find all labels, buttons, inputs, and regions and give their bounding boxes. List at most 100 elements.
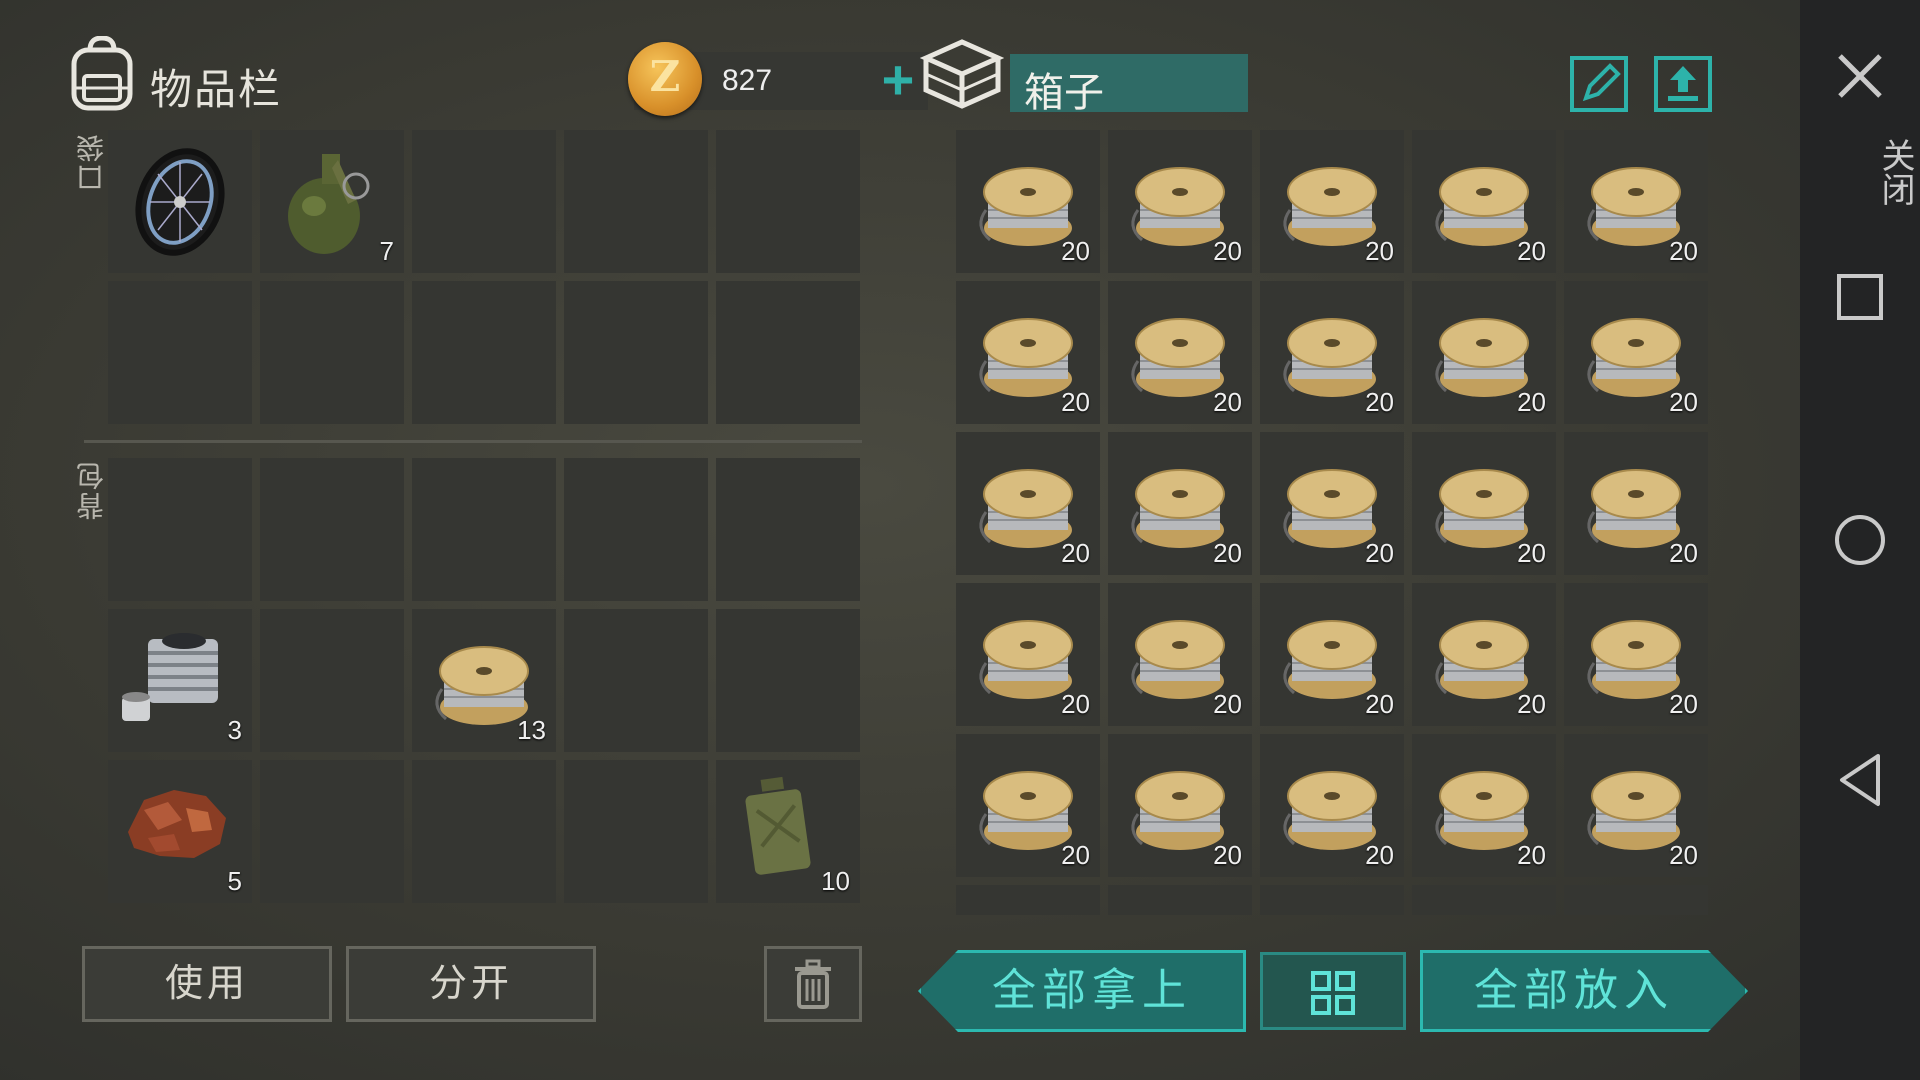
pocket-slot[interactable] — [108, 130, 252, 273]
box-slot[interactable]: 20 — [956, 734, 1100, 877]
box-slot[interactable]: 20 — [1108, 583, 1252, 726]
item-count: 20 — [1517, 236, 1546, 266]
backpack-slot[interactable] — [412, 458, 556, 601]
backpack-slot[interactable]: 3 — [108, 609, 252, 752]
close-button[interactable] — [1800, 50, 1920, 107]
trash-button[interactable] — [764, 946, 862, 1022]
box-slot[interactable] — [1564, 885, 1708, 915]
take-all-button[interactable]: 全部拿上 — [918, 950, 1246, 1032]
item-count: 20 — [1669, 387, 1698, 417]
item-count: 20 — [1213, 236, 1242, 266]
use-button[interactable]: 使用 — [82, 946, 332, 1022]
backpack-slot[interactable] — [260, 609, 404, 752]
item-count: 20 — [1365, 387, 1394, 417]
box-slot[interactable]: 20 — [1564, 281, 1708, 424]
box-slot[interactable]: 20 — [956, 432, 1100, 575]
sort-button[interactable] — [1260, 952, 1406, 1030]
backpack-slot[interactable] — [412, 760, 556, 903]
section-divider — [84, 440, 862, 443]
item-count: 20 — [1061, 236, 1090, 266]
box-slot[interactable]: 20 — [1260, 734, 1404, 877]
pocket-slot[interactable] — [412, 130, 556, 273]
inventory-header: 物品栏 Z 827 + — [66, 36, 928, 136]
box-slot[interactable]: 20 — [1260, 130, 1404, 273]
backpack-slot[interactable] — [564, 458, 708, 601]
item-count: 20 — [1365, 538, 1394, 568]
item-count: 20 — [1669, 840, 1698, 870]
item-count: 20 — [1669, 689, 1698, 719]
box-slot[interactable]: 20 — [956, 583, 1100, 726]
box-slot[interactable]: 20 — [1564, 432, 1708, 575]
coin-value: 827 — [722, 64, 773, 97]
pencil-icon — [1582, 63, 1621, 102]
backpack-grid: 3 13 5 10 — [108, 458, 860, 903]
box-name-field[interactable]: 箱子 — [1010, 54, 1248, 115]
add-coins-button[interactable]: + — [868, 52, 928, 110]
backpack-slot[interactable] — [108, 458, 252, 601]
box-slot[interactable]: 20 — [1412, 432, 1556, 575]
item-count: 20 — [1213, 689, 1242, 719]
box-slot[interactable]: 20 — [1412, 130, 1556, 273]
pocket-slot[interactable] — [564, 281, 708, 424]
item-count: 20 — [1061, 689, 1090, 719]
box-slot[interactable]: 20 — [1108, 432, 1252, 575]
box-slot[interactable]: 20 — [1260, 432, 1404, 575]
backpack-slot[interactable] — [564, 609, 708, 752]
inventory-title: 物品栏 — [150, 66, 283, 113]
put-all-button[interactable]: 全部放入 — [1420, 950, 1748, 1032]
item-count: 20 — [1517, 689, 1546, 719]
backpack-slot[interactable] — [260, 760, 404, 903]
backpack-slot[interactable] — [260, 458, 404, 601]
pocket-slot[interactable] — [108, 281, 252, 424]
item-count: 20 — [1061, 538, 1090, 568]
backpack-slot[interactable]: 5 — [108, 760, 252, 903]
export-button[interactable] — [1654, 56, 1712, 112]
pocket-slot[interactable] — [412, 281, 556, 424]
backpack-slot[interactable] — [716, 458, 860, 601]
circle-icon — [1835, 515, 1885, 565]
box-slot[interactable]: 20 — [1412, 734, 1556, 877]
recents-button[interactable] — [1800, 272, 1920, 327]
box-slot[interactable]: 20 — [1564, 583, 1708, 726]
box-slot[interactable]: 20 — [1260, 583, 1404, 726]
item-count: 20 — [1669, 538, 1698, 568]
home-button[interactable] — [1800, 512, 1920, 573]
box-slot[interactable]: 20 — [956, 130, 1100, 273]
backpack-label: 背包 — [76, 460, 107, 520]
box-slot[interactable] — [1412, 885, 1556, 915]
box-slot[interactable]: 20 — [1564, 734, 1708, 877]
box-slot[interactable]: 20 — [1108, 130, 1252, 273]
edit-name-button[interactable] — [1570, 56, 1628, 112]
item-count: 20 — [1061, 840, 1090, 870]
box-slot[interactable] — [956, 885, 1100, 915]
item-count: 20 — [1517, 840, 1546, 870]
box-slot[interactable] — [1260, 885, 1404, 915]
pocket-slot[interactable]: 7 — [260, 130, 404, 273]
split-button[interactable]: 分开 — [346, 946, 596, 1022]
pocket-slot[interactable] — [564, 130, 708, 273]
pocket-slot[interactable] — [716, 281, 860, 424]
close-label[interactable]: 关闭 — [1800, 138, 1920, 206]
pocket-slot[interactable] — [260, 281, 404, 424]
backpack-slot[interactable] — [716, 609, 860, 752]
back-button[interactable] — [1800, 752, 1920, 813]
item-count: 20 — [1517, 387, 1546, 417]
box-slot[interactable]: 20 — [1108, 734, 1252, 877]
pocket-slot[interactable] — [716, 130, 860, 273]
coin-icon: Z — [628, 42, 702, 116]
backpack-icon — [71, 36, 133, 111]
box-slot[interactable]: 20 — [1412, 281, 1556, 424]
grid-sort-icon — [1311, 971, 1355, 1015]
backpack-slot[interactable]: 10 — [716, 760, 860, 903]
upload-icon — [1668, 66, 1698, 101]
box-slot[interactable]: 20 — [1260, 281, 1404, 424]
item-count: 3 — [227, 715, 242, 745]
box-slot[interactable]: 20 — [1564, 130, 1708, 273]
box-slot[interactable]: 20 — [1108, 281, 1252, 424]
backpack-slot[interactable] — [564, 760, 708, 903]
backpack-slot[interactable]: 13 — [412, 609, 556, 752]
item-count: 20 — [1517, 538, 1546, 568]
box-slot[interactable]: 20 — [1412, 583, 1556, 726]
box-slot[interactable]: 20 — [956, 281, 1100, 424]
box-slot[interactable] — [1108, 885, 1252, 915]
